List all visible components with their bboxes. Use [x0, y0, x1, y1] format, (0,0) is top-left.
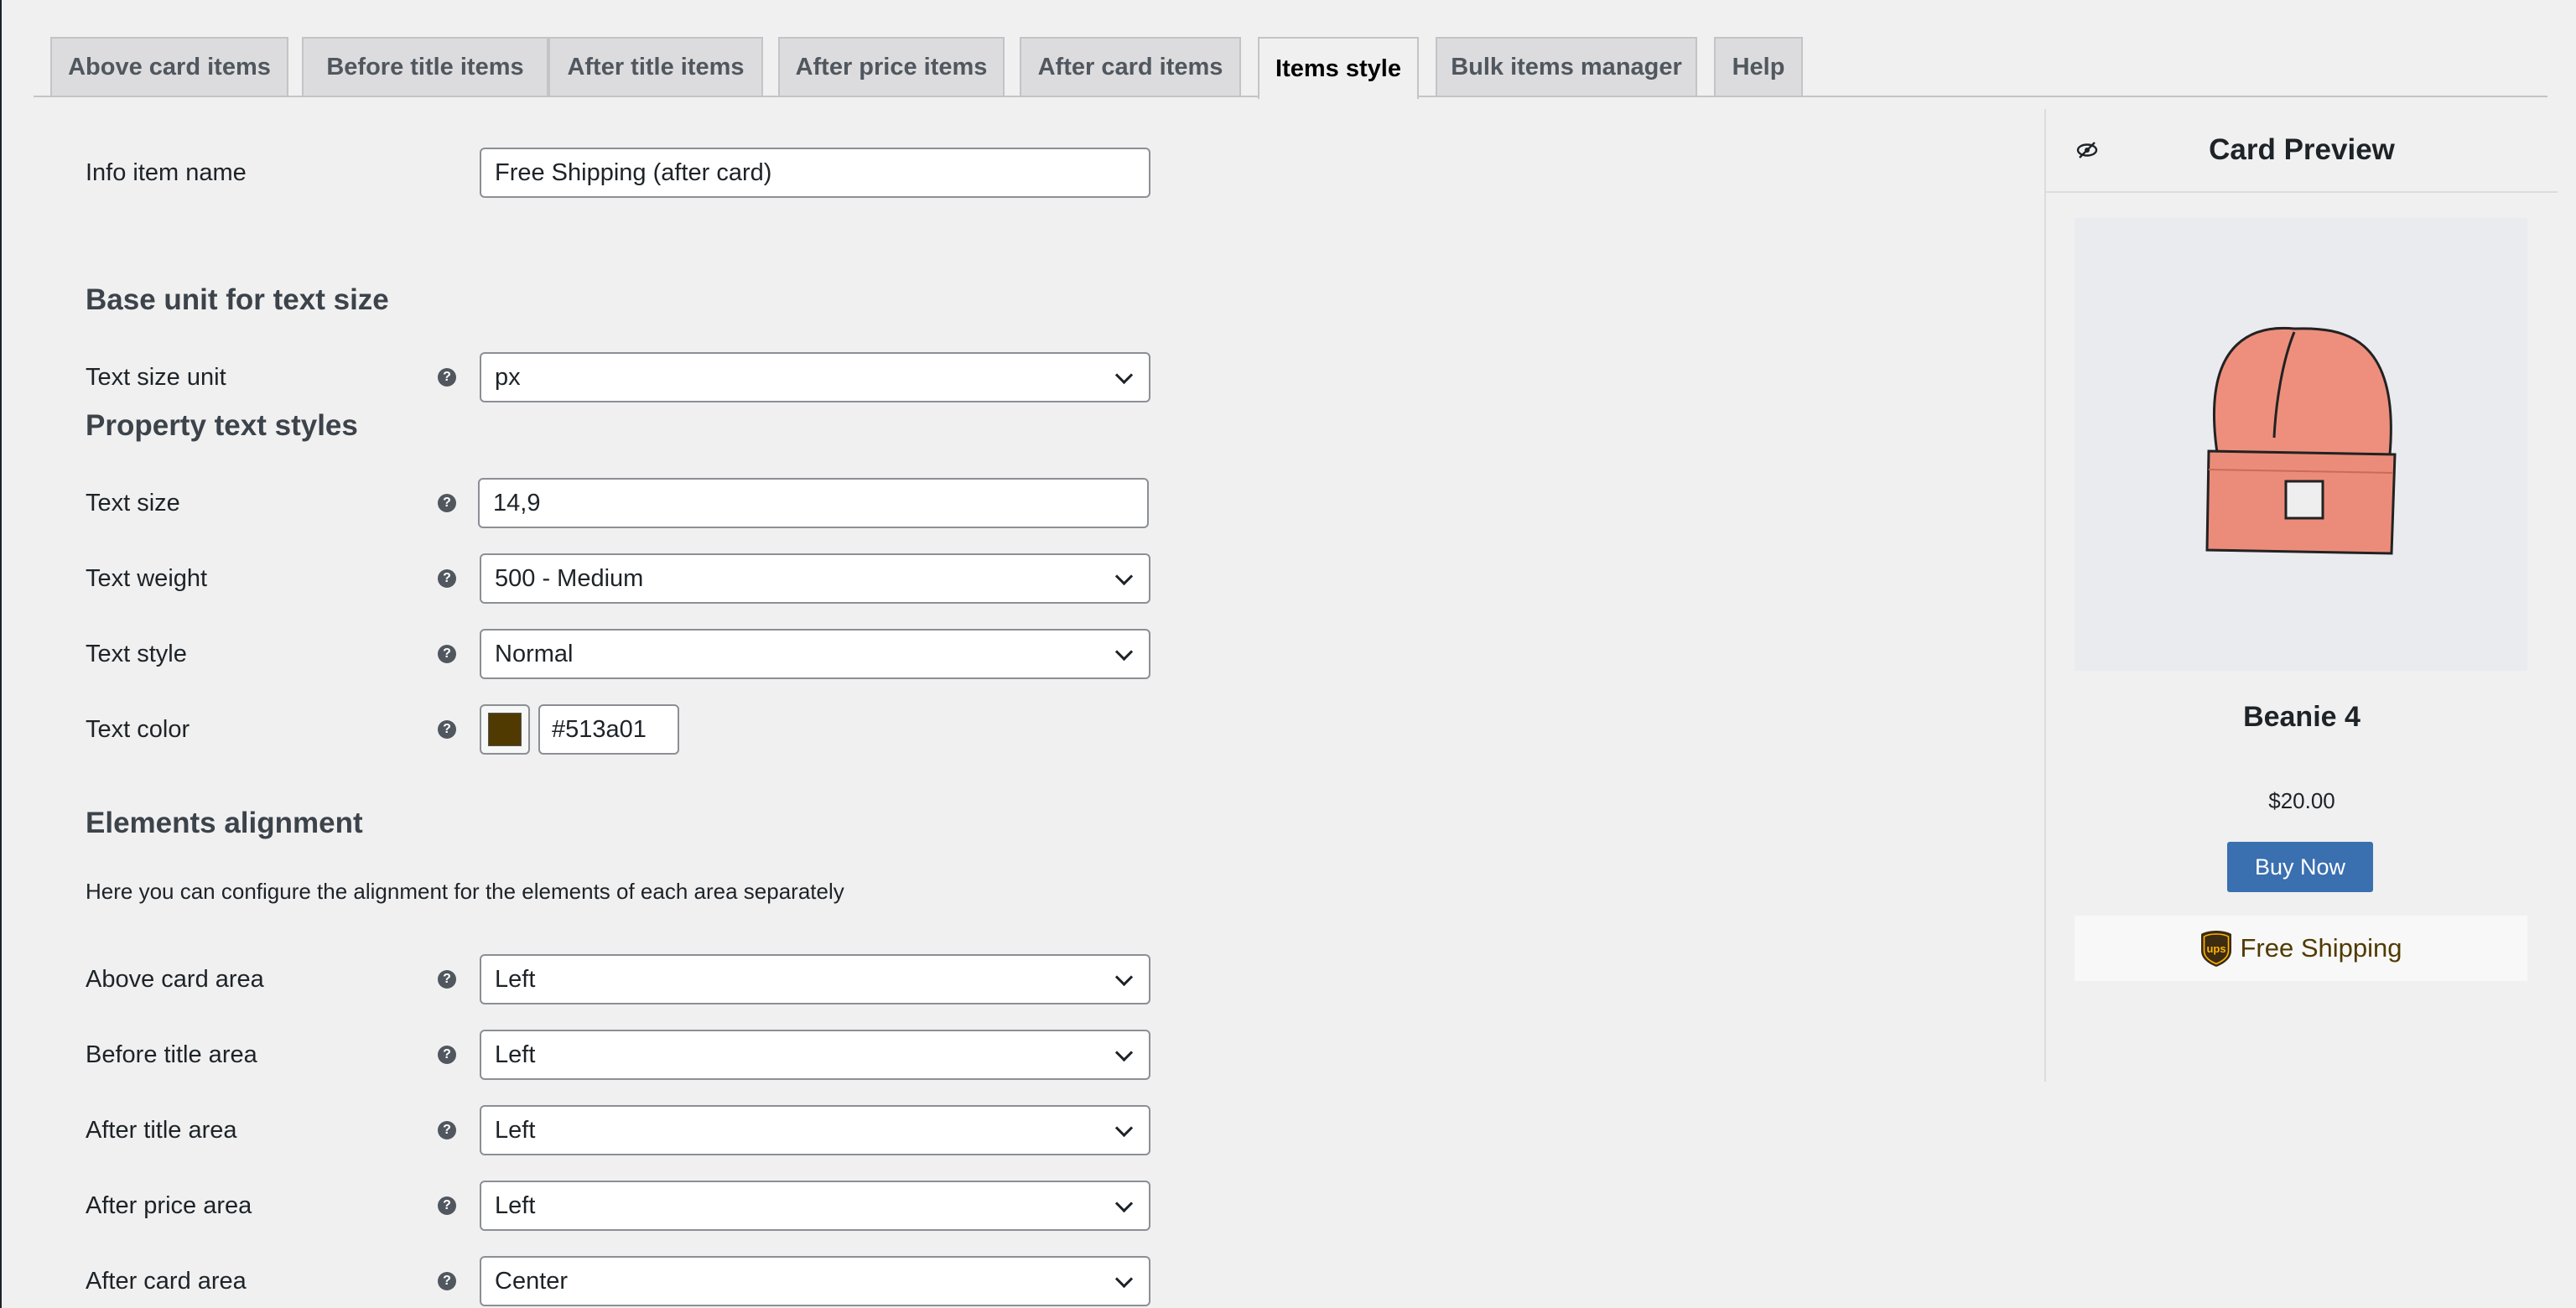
product-image	[2075, 218, 2527, 671]
text-weight-row: Text weight ? 500 - Medium	[86, 553, 1159, 604]
above-card-area-row: Above card area ? Left	[86, 954, 1159, 1004]
help-icon[interactable]: ?	[438, 569, 456, 588]
property-text-styles-heading: Property text styles	[86, 409, 358, 442]
after-card-item: ups Free Shipping	[2075, 916, 2527, 981]
help-icon[interactable]: ?	[438, 1272, 456, 1290]
card-preview-panel: Card Preview Beanie 4 $20.00 Buy Now ups…	[2044, 109, 2576, 1082]
alignment-description: Here you can configure the alignment for…	[86, 879, 844, 904]
help-icon[interactable]: ?	[438, 1196, 456, 1215]
after-card-area-row: After card area ? Center	[86, 1256, 1159, 1306]
help-icon[interactable]: ?	[438, 1121, 456, 1139]
text-size-unit-label: Text size unit	[86, 363, 226, 391]
info-item-name-label: Info item name	[86, 158, 247, 186]
text-color-row: Text color ? #513a01	[86, 704, 1159, 755]
base-unit-heading: Base unit for text size	[86, 283, 389, 316]
tab-bulk-items-manager[interactable]: Bulk items manager	[1436, 37, 1697, 96]
text-size-input[interactable]: 14,9	[478, 478, 1149, 528]
color-swatch	[488, 713, 522, 746]
before-title-area-select[interactable]: Left	[480, 1030, 1150, 1080]
tab-before-title-items[interactable]: Before title items	[302, 37, 548, 96]
tab-above-card-items[interactable]: Above card items	[50, 37, 288, 96]
after-card-area-label: After card area	[86, 1267, 247, 1295]
help-icon[interactable]: ?	[438, 494, 456, 512]
card-preview-title: Card Preview	[2209, 133, 2395, 166]
card-preview-header: Card Preview	[2046, 109, 2558, 193]
tab-after-price-items[interactable]: After price items	[778, 37, 1005, 96]
help-icon[interactable]: ?	[438, 1046, 456, 1064]
tab-items-style[interactable]: Items style	[1258, 37, 1419, 99]
text-weight-label: Text weight	[86, 564, 208, 592]
before-title-area-row: Before title area ? Left	[86, 1030, 1159, 1080]
eye-slash-icon[interactable]	[2075, 138, 2100, 163]
free-shipping-text: Free Shipping	[2240, 933, 2402, 963]
ups-logo-icon: ups	[2201, 931, 2232, 967]
buy-now-button[interactable]: Buy Now	[2227, 842, 2373, 892]
after-price-area-select[interactable]: Left	[480, 1181, 1150, 1231]
above-card-area-select[interactable]: Left	[480, 954, 1150, 1004]
after-title-area-row: After title area ? Left	[86, 1105, 1159, 1155]
elements-alignment-heading: Elements alignment	[86, 807, 363, 839]
tab-bar: Above card items Before title items Afte…	[34, 0, 2576, 99]
info-item-name-input[interactable]: Free Shipping (after card)	[480, 148, 1150, 198]
text-style-label: Text style	[86, 640, 187, 667]
text-size-row: Text size ? 14,9	[86, 478, 1159, 528]
text-color-hex-input[interactable]: #513a01	[538, 704, 679, 755]
text-style-row: Text style ? Normal	[86, 629, 1159, 679]
beanie-hat-image	[2205, 326, 2397, 555]
after-price-area-row: After price area ? Left	[86, 1181, 1159, 1231]
text-size-label: Text size	[86, 489, 180, 516]
after-title-area-select[interactable]: Left	[480, 1105, 1150, 1155]
text-size-unit-select[interactable]: px	[480, 352, 1150, 402]
text-size-unit-row: Text size unit ? px	[86, 352, 1159, 402]
help-icon[interactable]: ?	[438, 970, 456, 989]
window-left-edge	[0, 0, 2, 1308]
tab-after-title-items[interactable]: After title items	[548, 37, 763, 96]
svg-text:ups: ups	[2207, 942, 2226, 955]
product-name[interactable]: Beanie 4	[2046, 701, 2558, 734]
text-weight-select[interactable]: 500 - Medium	[480, 553, 1150, 604]
text-style-select[interactable]: Normal	[480, 629, 1150, 679]
after-price-area-label: After price area	[86, 1191, 252, 1219]
text-color-label: Text color	[86, 715, 190, 743]
after-title-area-label: After title area	[86, 1116, 237, 1144]
product-price: $20.00	[2268, 788, 2335, 813]
help-icon[interactable]: ?	[438, 645, 456, 663]
help-icon[interactable]: ?	[438, 720, 456, 739]
info-item-name-row: Info item name Free Shipping (after card…	[86, 148, 1159, 198]
tab-after-card-items[interactable]: After card items	[1020, 37, 1241, 96]
before-title-area-label: Before title area	[86, 1041, 257, 1068]
tab-help[interactable]: Help	[1714, 37, 1803, 96]
text-color-picker-button[interactable]	[480, 704, 530, 755]
after-card-area-select[interactable]: Center	[480, 1256, 1150, 1306]
help-icon[interactable]: ?	[438, 368, 456, 387]
above-card-area-label: Above card area	[86, 965, 264, 993]
